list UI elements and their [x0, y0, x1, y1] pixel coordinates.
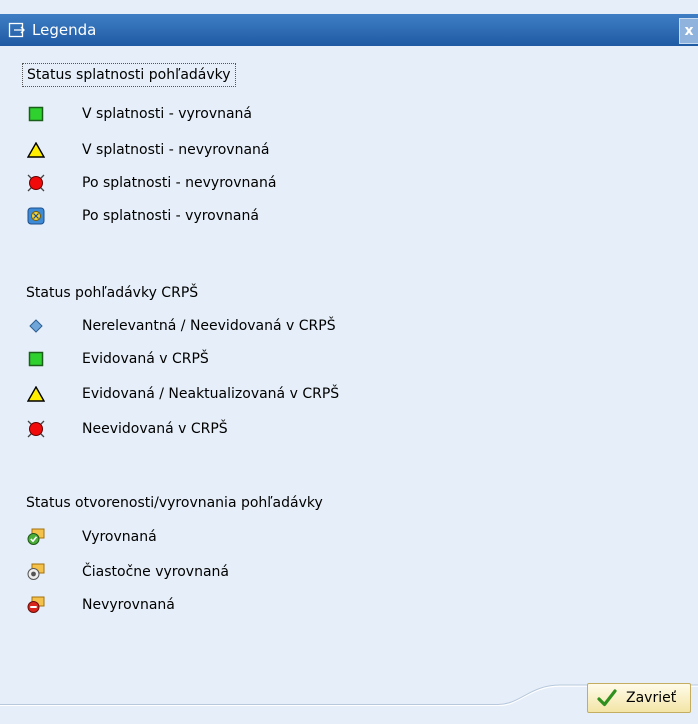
legend-item-label: Evidovaná v CRPŠ [82, 351, 209, 367]
legend-dialog: Legenda x Status splatnosti pohľadávky V… [0, 0, 698, 724]
legend-item: Nevyrovnaná [26, 594, 175, 616]
red-circle-icon [26, 173, 46, 193]
blue-diamond-icon [26, 316, 46, 336]
window-title: Legenda [32, 21, 97, 39]
legend-item: Vyrovnaná [26, 526, 157, 548]
green-square-icon [26, 349, 46, 369]
legend-item-label: Čiastočne vyrovnaná [82, 564, 229, 580]
legend-item: V splatnosti - nevyrovnaná [26, 139, 270, 161]
legend-item: Po splatnosti - vyrovnaná [26, 205, 259, 227]
green-square-icon [26, 104, 46, 124]
checkmark-icon [597, 689, 617, 707]
legend-item-label: Nerelevantná / Neevidovaná v CRPŠ [82, 318, 336, 334]
legend-item-label: Po splatnosti - nevyrovnaná [82, 175, 277, 191]
yellow-triangle-icon [26, 140, 46, 160]
open-minus-icon [26, 595, 46, 615]
legend-item-label: V splatnosti - vyrovnaná [82, 106, 253, 122]
legend-item-label: Evidovaná / Neaktualizovaná v CRPŠ [82, 386, 340, 402]
legend-item-label: Nevyrovnaná [82, 597, 175, 613]
legend-item: Nerelevantná / Neevidovaná v CRPŠ [26, 315, 336, 337]
partially-cleared-icon [26, 562, 46, 582]
window-icon [8, 22, 25, 38]
legend-item-label: V splatnosti - nevyrovnaná [82, 142, 270, 158]
legend-item: Evidovaná v CRPŠ [26, 348, 209, 370]
yellow-triangle-icon [26, 384, 46, 404]
close-button[interactable]: Zavrieť [587, 683, 691, 713]
blue-yellow-square-icon [26, 206, 46, 226]
legend-item: V splatnosti - vyrovnaná [26, 103, 252, 125]
close-window-button[interactable]: x [679, 18, 698, 44]
legend-item: Čiastočne vyrovnaná [26, 561, 229, 583]
close-button-label: Zavrieť [626, 690, 677, 706]
legend-item-label: Po splatnosti - vyrovnaná [82, 208, 259, 224]
section-title: Status otvorenosti/vyrovnania pohľadávky [26, 495, 323, 511]
legend-item: Neevidovaná v CRPŠ [26, 418, 228, 440]
legend-item: Evidovaná / Neaktualizovaná v CRPŠ [26, 383, 339, 405]
legend-item-label: Vyrovnaná [82, 529, 157, 545]
section-title: Status splatnosti pohľadávky [22, 63, 236, 87]
title-bar: Legenda x [0, 14, 698, 46]
legend-item: Po splatnosti - nevyrovnaná [26, 172, 276, 194]
legend-item-label: Neevidovaná v CRPŠ [82, 421, 228, 437]
section-title: Status pohľadávky CRPŠ [26, 285, 199, 301]
cleared-check-icon [26, 527, 46, 547]
red-circle-icon [26, 419, 46, 439]
